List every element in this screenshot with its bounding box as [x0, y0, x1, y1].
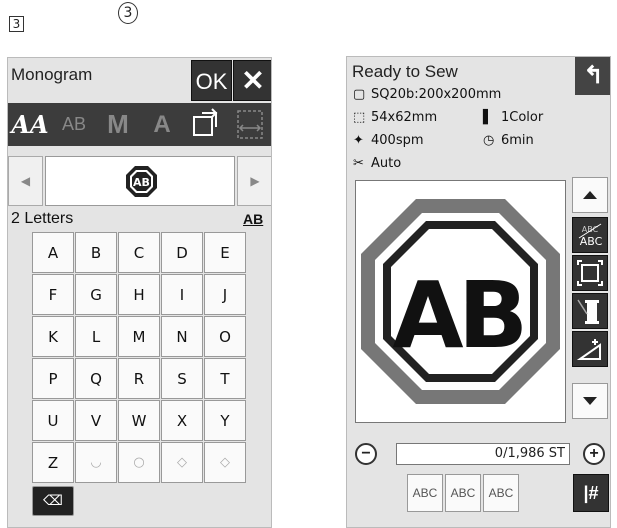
size-icon: ⬚: [353, 110, 366, 125]
monogram-toolbar: AA AB M A: [8, 103, 271, 146]
stitch-back-button[interactable]: −: [355, 443, 377, 465]
monogram-layout-icon[interactable]: M: [96, 103, 140, 146]
scroll-down-button[interactable]: [572, 383, 608, 419]
frame-select-icon[interactable]: [184, 103, 228, 146]
key-j[interactable]: J: [204, 274, 246, 315]
key-symbol-1[interactable]: ◡: [75, 442, 117, 483]
key-o[interactable]: O: [204, 316, 246, 357]
speed-info: ✦ 400spm: [353, 133, 424, 148]
key-d[interactable]: D: [161, 232, 203, 273]
key-r[interactable]: R: [118, 358, 160, 399]
screen-title: Ready to Sew: [352, 62, 458, 81]
key-l[interactable]: L: [75, 316, 117, 357]
hoop-info: ▢ SQ20b:200x200mm: [353, 87, 501, 102]
key-t[interactable]: T: [204, 358, 246, 399]
abc-button-1[interactable]: ABC: [407, 474, 443, 512]
thread-spool-icon: ▌: [483, 110, 493, 125]
screen-title: Monogram: [11, 65, 93, 84]
monogram-preview-icon: AB: [126, 166, 157, 197]
thread-color-icon[interactable]: [572, 293, 608, 329]
key-symbol-2[interactable]: ○: [118, 442, 160, 483]
key-f[interactable]: F: [32, 274, 74, 315]
arrow-right-button[interactable]: ▶: [237, 156, 271, 206]
clock-icon: ◷: [483, 133, 495, 148]
key-p[interactable]: P: [32, 358, 74, 399]
letters-count: 2 Letters: [11, 210, 74, 227]
hoop-icon: ▢: [353, 87, 366, 102]
time-value: 6min: [501, 133, 534, 148]
delete-button[interactable]: ⌫: [32, 486, 74, 516]
abc-button-2[interactable]: ABC: [445, 474, 481, 512]
thread-cut-value: Auto: [371, 156, 402, 171]
thread-cut-info: ✂ Auto: [353, 156, 401, 171]
svg-text:ABC: ABC: [582, 225, 599, 234]
design-preview: A B +: [355, 180, 566, 423]
scroll-up-button[interactable]: [572, 177, 608, 213]
design-letter-b: B: [458, 262, 528, 369]
key-k[interactable]: K: [32, 316, 74, 357]
speed-value: 400spm: [371, 133, 424, 148]
stitch-counter: 0/1,986 ST: [396, 443, 570, 465]
monogram-screen: Monogram OK ✕ AA AB M A ◀ AB ▶ 2 Letters…: [7, 57, 272, 528]
ok-button[interactable]: OK: [191, 60, 232, 101]
monogram-preview: AB: [45, 156, 235, 206]
time-info: ◷ 6min: [483, 133, 534, 148]
key-h[interactable]: H: [118, 274, 160, 315]
key-symbol-3[interactable]: ◇: [161, 442, 203, 483]
text-edit-button[interactable]: ABC ABC: [572, 217, 608, 253]
color-info: ▌ 1Color: [483, 110, 543, 125]
key-u[interactable]: U: [32, 400, 74, 441]
key-w[interactable]: W: [118, 400, 160, 441]
stitch-forward-button[interactable]: +: [583, 443, 605, 465]
key-m[interactable]: M: [118, 316, 160, 357]
trace-frame-icon[interactable]: [572, 255, 608, 291]
speed-icon: ✦: [353, 133, 364, 148]
svg-text:AB: AB: [133, 176, 150, 189]
ready-to-sew-screen: Ready to Sew ↰ ▢ SQ20b:200x200mm ⬚ 54x62mm…: [346, 56, 611, 528]
key-g[interactable]: G: [75, 274, 117, 315]
design-center-mark: +: [452, 290, 469, 314]
key-n[interactable]: N: [161, 316, 203, 357]
hoop-value: SQ20b:200x200mm: [371, 87, 502, 102]
underline-toggle[interactable]: AB: [243, 211, 263, 227]
spacing-icon[interactable]: [228, 103, 271, 146]
key-s[interactable]: S: [161, 358, 203, 399]
key-v[interactable]: V: [75, 400, 117, 441]
key-e[interactable]: E: [204, 232, 246, 273]
case-toggle-icon[interactable]: A: [140, 103, 184, 146]
scissors-icon: ✂: [353, 156, 364, 171]
key-x[interactable]: X: [161, 400, 203, 441]
size-value: 54x62mm: [371, 110, 438, 125]
arrow-left-button[interactable]: ◀: [8, 156, 43, 206]
monogram-design: A B +: [361, 199, 560, 404]
key-i[interactable]: I: [161, 274, 203, 315]
size-info: ⬚ 54x62mm: [353, 110, 437, 125]
color-count: 1Color: [501, 110, 544, 125]
step-number-box: 3: [9, 16, 24, 32]
key-z[interactable]: Z: [32, 442, 74, 483]
key-a[interactable]: A: [32, 232, 74, 273]
close-button[interactable]: ✕: [233, 60, 271, 101]
key-b[interactable]: B: [75, 232, 117, 273]
key-c[interactable]: C: [118, 232, 160, 273]
key-symbol-4[interactable]: ◇: [204, 442, 246, 483]
key-y[interactable]: Y: [204, 400, 246, 441]
adjust-icon[interactable]: [572, 331, 608, 367]
abc-button-3[interactable]: ABC: [483, 474, 519, 512]
preview-row: ◀ AB ▶: [8, 153, 271, 208]
letter-size-icon[interactable]: AB: [52, 103, 96, 146]
design-letter-a: A: [392, 262, 463, 369]
stitch-count-button[interactable]: |#: [573, 474, 609, 512]
step-number-circle: 3: [118, 2, 138, 24]
back-button[interactable]: ↰: [575, 57, 610, 95]
svg-text:ABC: ABC: [580, 235, 603, 248]
font-style-icon[interactable]: AA: [8, 103, 52, 146]
key-q[interactable]: Q: [75, 358, 117, 399]
